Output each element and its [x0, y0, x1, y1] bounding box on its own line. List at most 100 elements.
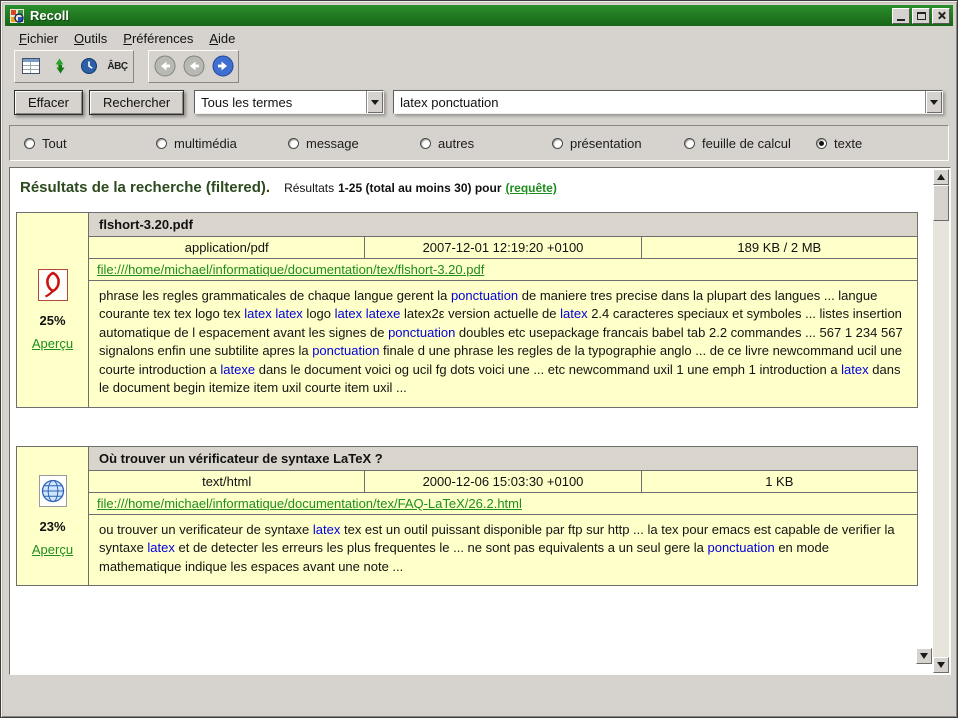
preview-link[interactable]: Aperçu	[32, 542, 73, 557]
menu-aide[interactable]: Aide	[201, 28, 243, 49]
search-mode-value: Tous les termes	[195, 91, 366, 113]
term-explorer-icon: ÂBÇ	[107, 61, 127, 72]
nav-prev-page-button[interactable]	[180, 53, 207, 80]
result-url-link[interactable]: file:///home/michael/informatique/docume…	[97, 262, 484, 277]
preview-link[interactable]: Aperçu	[32, 336, 73, 351]
result-snippet: phrase les regles grammaticales de chaqu…	[89, 281, 917, 407]
scrollbar-thumb[interactable]	[933, 185, 949, 221]
radio-icon[interactable]	[684, 138, 695, 149]
toolbar-nav-group	[148, 50, 239, 83]
window-title: Recoll	[30, 8, 892, 23]
recoll-window: Recoll Fichier Outils Préférences Aide Â…	[0, 0, 958, 718]
doc-table-icon	[21, 56, 41, 76]
results-title: Résultats de la recherche (filtered).	[20, 179, 270, 196]
filter-tout[interactable]: Tout	[24, 136, 156, 151]
chevron-down-icon	[930, 100, 938, 105]
result-url-row: file:///home/michael/informatique/docume…	[89, 259, 917, 281]
radio-icon[interactable]	[288, 138, 299, 149]
minimize-button[interactable]	[892, 8, 910, 24]
results-pane: Résultats de la recherche (filtered). Rés…	[9, 167, 951, 675]
result-entry-body: flshort-3.20.pdf application/pdf 2007-12…	[89, 213, 917, 407]
result-entry: 25% Aperçu flshort-3.20.pdf application/…	[16, 212, 918, 408]
search-button[interactable]: Rechercher	[89, 90, 184, 115]
html-icon	[37, 474, 69, 511]
doc-date: 2000-12-06 15:03:30 +0100	[364, 471, 640, 492]
clear-button[interactable]: Effacer	[14, 90, 83, 115]
arrow-down-icon	[937, 662, 945, 668]
radio-icon[interactable]	[24, 138, 35, 149]
update-index-button[interactable]	[46, 53, 73, 80]
back-arrow-icon	[153, 54, 177, 78]
sort-arrows-icon	[50, 56, 70, 76]
pdf-icon	[37, 268, 69, 305]
result-list: 25% Aperçu flshort-3.20.pdf application/…	[10, 212, 950, 586]
close-icon	[937, 11, 946, 20]
filter-texte[interactable]: texte	[816, 136, 862, 151]
result-url-link[interactable]: file:///home/michael/informatique/docume…	[97, 496, 522, 511]
results-count-prefix: Résultats	[284, 181, 334, 195]
maximize-button[interactable]	[912, 8, 930, 24]
document-filter-bar: Tout multimédia message autres présentat…	[9, 125, 949, 161]
results-header: Résultats de la recherche (filtered). Rés…	[20, 179, 940, 197]
radio-icon[interactable]	[420, 138, 431, 149]
doc-size: 189 KB / 2 MB	[641, 237, 917, 258]
query-combobox[interactable]	[393, 90, 943, 114]
arrow-down-icon	[920, 653, 928, 659]
close-button[interactable]	[932, 8, 950, 24]
filter-presentation[interactable]: présentation	[552, 136, 684, 151]
query-link[interactable]: (requête)	[505, 181, 556, 195]
result-title: flshort-3.20.pdf	[89, 213, 917, 237]
menu-preferences[interactable]: Préférences	[115, 28, 201, 49]
result-entry-body: Où trouver un vérificateur de syntaxe La…	[89, 447, 917, 585]
relevance-percent: 25%	[39, 313, 65, 328]
result-url-row: file:///home/michael/informatique/docume…	[89, 493, 917, 515]
result-entry-side: 25% Aperçu	[17, 213, 89, 407]
combo-dropdown-button[interactable]	[925, 91, 942, 113]
combo-dropdown-button[interactable]	[366, 91, 383, 113]
filter-feuille-de-calcul[interactable]: feuille de calcul	[684, 136, 816, 151]
mime-type: text/html	[89, 471, 364, 492]
vertical-scrollbar[interactable]	[933, 169, 949, 673]
filter-message[interactable]: message	[288, 136, 420, 151]
filter-multimedia[interactable]: multimédia	[156, 136, 288, 151]
result-snippet: ou trouver un verificateur de syntaxe la…	[89, 515, 917, 585]
maximize-icon	[917, 12, 926, 20]
inner-scroll-down-button[interactable]	[916, 648, 932, 664]
result-entry: 23% Aperçu Où trouver un vérificateur de…	[16, 446, 918, 586]
search-row: Effacer Rechercher Tous les termes	[5, 87, 953, 117]
doc-table-button[interactable]	[17, 53, 44, 80]
radio-checked-icon[interactable]	[816, 138, 827, 149]
term-explorer-button[interactable]: ÂBÇ	[104, 53, 131, 80]
search-input[interactable]	[394, 91, 925, 113]
mime-type: application/pdf	[89, 237, 364, 258]
radio-icon[interactable]	[156, 138, 167, 149]
scroll-down-button[interactable]	[933, 657, 949, 673]
minimize-icon	[897, 19, 905, 21]
menubar: Fichier Outils Préférences Aide	[5, 27, 953, 49]
chevron-down-icon	[371, 100, 379, 105]
result-entry-side: 23% Aperçu	[17, 447, 89, 585]
titlebar[interactable]: Recoll	[5, 5, 953, 26]
toolbar-main-group: ÂBÇ	[14, 50, 134, 83]
relevance-percent: 23%	[39, 519, 65, 534]
menu-fichier[interactable]: Fichier	[11, 28, 66, 49]
result-meta-row: text/html 2000-12-06 15:03:30 +0100 1 KB	[89, 471, 917, 493]
recoll-app-icon	[10, 9, 24, 23]
doc-date: 2007-12-01 12:19:20 +0100	[364, 237, 640, 258]
search-mode-combobox[interactable]: Tous les termes	[194, 90, 384, 114]
scroll-up-button[interactable]	[933, 169, 949, 185]
result-title: Où trouver un vérificateur de syntaxe La…	[89, 447, 917, 471]
result-meta-row: application/pdf 2007-12-01 12:19:20 +010…	[89, 237, 917, 259]
results-range: 1-25 (total au moins 30) pour	[338, 181, 501, 195]
menu-outils[interactable]: Outils	[66, 28, 115, 49]
clock-icon	[79, 56, 99, 76]
radio-icon[interactable]	[552, 138, 563, 149]
history-button[interactable]	[75, 53, 102, 80]
filter-autres[interactable]: autres	[420, 136, 552, 151]
back-arrow-icon	[182, 54, 206, 78]
doc-size: 1 KB	[641, 471, 917, 492]
forward-arrow-icon	[211, 54, 235, 78]
nav-next-page-button[interactable]	[209, 53, 236, 80]
nav-first-page-button[interactable]	[151, 53, 178, 80]
arrow-up-icon	[937, 174, 945, 180]
